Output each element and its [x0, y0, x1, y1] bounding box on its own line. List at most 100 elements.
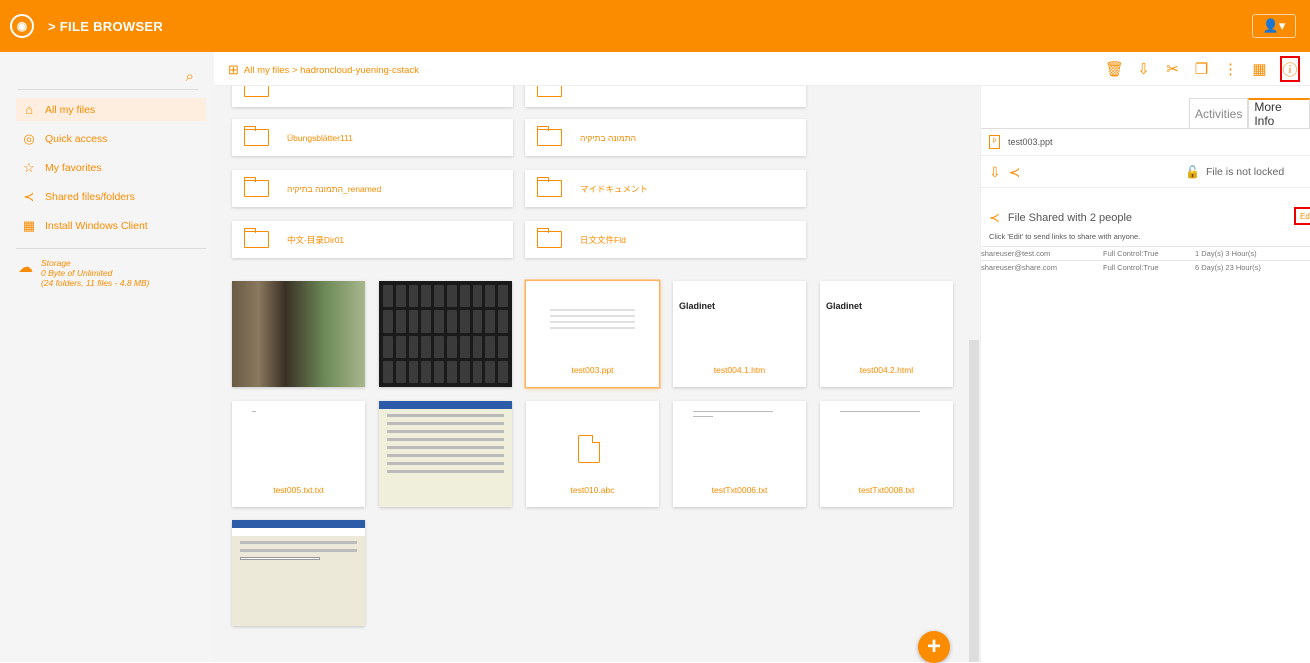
share-permission: Full Control:True [1103, 249, 1159, 258]
file-item[interactable]: testTxt0006.txt [673, 401, 806, 507]
divider [981, 155, 1310, 156]
download-icon[interactable]: ⇩ [1129, 56, 1158, 82]
file-item[interactable]: Gladinet test004.2.html [820, 281, 953, 387]
top-bar: ◉ > FILE BROWSER 👤 ▾ [0, 0, 1310, 52]
folder-item[interactable]: התמונה בתיקיה_renamed [232, 170, 513, 207]
folder-icon [244, 86, 269, 97]
share-user: shareuser@share.com [981, 263, 1057, 272]
slide-thumbnail [526, 281, 659, 359]
folder-item-top-b[interactable] [525, 86, 806, 107]
sidebar-item-all-my-files[interactable]: ⌂ All my files [16, 98, 206, 121]
gladinet-logo: Gladinet [679, 301, 716, 311]
caret-down-icon: ▾ [1278, 18, 1286, 33]
file-item-image[interactable] [379, 401, 512, 507]
share-expiry: 6 Day(s) 23 Hour(s) [1195, 263, 1261, 272]
user-icon: 👤 [1262, 18, 1279, 33]
folder-item[interactable]: Übungsblätter111 [232, 119, 513, 156]
folder-name: התמונה בתיקיה [580, 132, 636, 143]
file-item[interactable]: Gladinet test004.1.htm [673, 281, 806, 387]
share-icon[interactable]: ≺ [1009, 164, 1021, 181]
home-icon: ⌂ [25, 102, 33, 117]
tab-more-info[interactable]: More Info [1248, 98, 1310, 128]
share-table: shareuser@test.com Full Control:True 1 D… [981, 246, 1310, 274]
generic-file-thumbnail [526, 401, 659, 479]
breadcrumb-path[interactable]: All my files > hadroncloud-yuening-cstac… [244, 65, 419, 76]
folder-name: 中文-目录Dir01 [287, 234, 345, 245]
sidebar: ⌕ ⌂ All my files ◎ Quick access ☆ My favori… [0, 52, 214, 662]
sidebar-item-label: Shared files/folders [45, 190, 135, 203]
add-button[interactable]: + [918, 631, 950, 663]
sidebar-divider [16, 248, 206, 249]
lock-status[interactable]: 🔓 File is not locked [1185, 165, 1284, 179]
table-row[interactable]: shareuser@test.com Full Control:True 1 D… [981, 246, 1310, 260]
search-icon[interactable]: ⌕ [186, 68, 194, 85]
logo-icon[interactable]: ◉ [10, 14, 34, 38]
sidebar-item-label: All my files [45, 103, 96, 116]
sidebar-item-label: My favorites [45, 161, 102, 174]
sidebar-item-quick-access[interactable]: ◎ Quick access [16, 127, 206, 150]
sidebar-item-install-client[interactable]: ▦ Install Windows Client [16, 214, 206, 237]
content-scrollbar[interactable] [969, 340, 979, 662]
text-thumbnail [232, 401, 365, 479]
search-input[interactable]: ⌕ [18, 66, 198, 90]
unlock-icon: 🔓 [1185, 165, 1200, 179]
breadcrumb[interactable]: ⊞ All my files > hadroncloud-yuening-cst… [228, 62, 419, 78]
wizard-screenshot-thumbnail [232, 520, 365, 626]
info-icon[interactable]: ⓘ [1280, 56, 1300, 82]
folder-item-top-a[interactable] [232, 86, 513, 107]
copy-icon[interactable]: ❐ [1187, 56, 1216, 82]
share-hint: Click 'Edit' to send links to share with… [989, 232, 1141, 241]
folder-item[interactable]: 中文-目录Dir01 [232, 221, 513, 258]
storage-used: 0 Byte of Unlimited [41, 268, 113, 278]
folder-name: 日文文件Fld [580, 234, 626, 245]
share-permission: Full Control:True [1103, 263, 1159, 272]
edit-share-button[interactable]: Edi [1294, 207, 1310, 225]
sidebar-item-shared[interactable]: ≺ Shared files/folders [16, 185, 206, 208]
text-thumbnail [820, 401, 953, 479]
divider [981, 187, 1310, 188]
sidebar-item-label: Install Windows Client [45, 219, 148, 232]
file-item[interactable]: test010.abc [526, 401, 659, 507]
view-toggle-icon[interactable]: ▦ [1245, 56, 1274, 82]
folder-item[interactable]: マイドキュメント [525, 170, 806, 207]
cut-icon[interactable]: ✂ [1158, 56, 1187, 82]
sidebar-nav: ⌂ All my files ◎ Quick access ☆ My favorite… [16, 98, 206, 243]
file-item-photo[interactable] [379, 281, 512, 387]
file-icon [578, 435, 600, 463]
file-name: test004.2.html [859, 365, 914, 375]
folder-icon [244, 228, 269, 248]
folder-icon [537, 126, 562, 146]
folder-icon [537, 228, 562, 248]
tabs-divider [981, 128, 1310, 129]
folder-name: マイドキュメント [580, 183, 649, 194]
folder-icon [537, 177, 562, 197]
toolbar: ⊞ All my files > hadroncloud-yuening-cst… [214, 52, 1310, 86]
star-icon: ☆ [23, 159, 35, 175]
folder-item[interactable]: 日文文件Fld [525, 221, 806, 258]
folder-name: התמונה בתיקיה_renamed [287, 183, 382, 194]
table-row[interactable]: shareuser@share.com Full Control:True 6 … [981, 260, 1310, 274]
file-item-photo[interactable] [232, 281, 365, 387]
folder-icon [244, 177, 269, 197]
gladinet-logo: Gladinet [826, 301, 863, 311]
tab-activities[interactable]: Activities [1189, 98, 1249, 128]
file-item[interactable]: test005.txt.txt [232, 401, 365, 507]
eye-icon: ◎ [23, 130, 35, 146]
file-item[interactable]: testTxt0008.txt [820, 401, 953, 507]
html-thumbnail: Gladinet [820, 281, 953, 359]
storage-summary: (24 folders, 11 files - 4.8 MB) [41, 278, 150, 288]
file-item-selected[interactable]: test003.ppt [526, 281, 659, 387]
trash-icon[interactable]: 🗑 [1100, 56, 1129, 82]
user-menu-button[interactable]: 👤 ▾ [1252, 14, 1296, 38]
more-icon[interactable]: ⋮ [1216, 56, 1245, 82]
share-heading: ≺ File Shared with 2 people [989, 210, 1132, 226]
file-item-image[interactable] [232, 520, 365, 626]
file-name: testTxt0008.txt [858, 485, 915, 495]
share-title-text: File Shared with 2 people [1007, 212, 1133, 224]
dialog-screenshot-thumbnail [379, 401, 512, 507]
photo-thumbnail [379, 281, 512, 387]
sidebar-item-my-favorites[interactable]: ☆ My favorites [16, 156, 206, 179]
folder-item[interactable]: התמונה בתיקיה [525, 119, 806, 156]
download-icon[interactable]: ⇩ [989, 164, 1001, 181]
storage-info: ☁ Storage 0 Byte of Unlimited (24 folder… [18, 258, 150, 288]
